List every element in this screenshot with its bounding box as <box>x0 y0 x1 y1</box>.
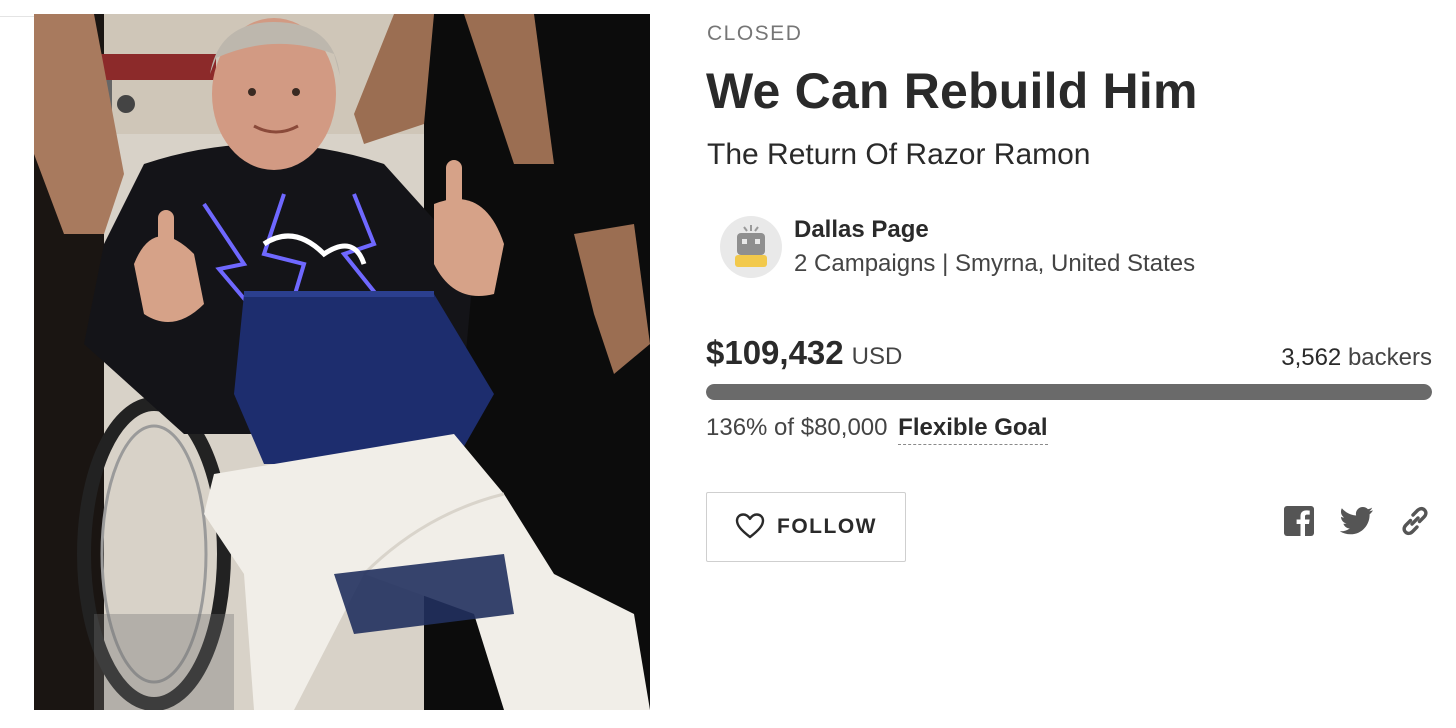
link-icon[interactable] <box>1398 504 1432 538</box>
campaign-owner: Dallas Page 2 Campaigns | Smyrna, United… <box>720 212 1195 282</box>
goal-percent-text: 136% of $80,000 <box>706 414 888 441</box>
backers-count: 3,562 backers <box>1281 344 1432 372</box>
share-icons <box>1282 504 1432 538</box>
currency-code: USD <box>851 343 903 370</box>
amount-raised: $109,432 <box>706 334 844 371</box>
campaign-title: We Can Rebuild Him <box>706 63 1198 119</box>
heart-icon <box>735 512 765 543</box>
backers-number: 3,562 <box>1281 344 1342 371</box>
robot-avatar-icon[interactable] <box>720 216 782 278</box>
follow-button-label: FOLLOW <box>777 515 877 538</box>
campaign-page: CLOSED We Can Rebuild Him The Return Of … <box>0 0 1456 728</box>
follow-button[interactable]: FOLLOW <box>706 492 906 562</box>
funding-progress-bar <box>706 384 1432 400</box>
backers-label: backers <box>1347 344 1432 371</box>
funds-raised: $109,432 USD <box>706 334 902 372</box>
owner-name-link[interactable]: Dallas Page <box>794 216 1195 244</box>
campaign-photo <box>34 14 650 710</box>
goal-summary: 136% of $80,000 Flexible Goal <box>706 414 1048 445</box>
campaign-tagline: The Return Of Razor Ramon <box>707 138 1091 171</box>
goal-type-tooltip-trigger[interactable]: Flexible Goal <box>898 414 1048 445</box>
facebook-icon[interactable] <box>1282 504 1316 538</box>
funding-progress-fill <box>706 384 1432 400</box>
campaign-status: CLOSED <box>707 22 803 45</box>
twitter-icon[interactable] <box>1340 504 1374 538</box>
owner-info: Dallas Page 2 Campaigns | Smyrna, United… <box>794 216 1195 278</box>
owner-meta: 2 Campaigns | Smyrna, United States <box>794 250 1196 277</box>
divider <box>0 16 34 17</box>
